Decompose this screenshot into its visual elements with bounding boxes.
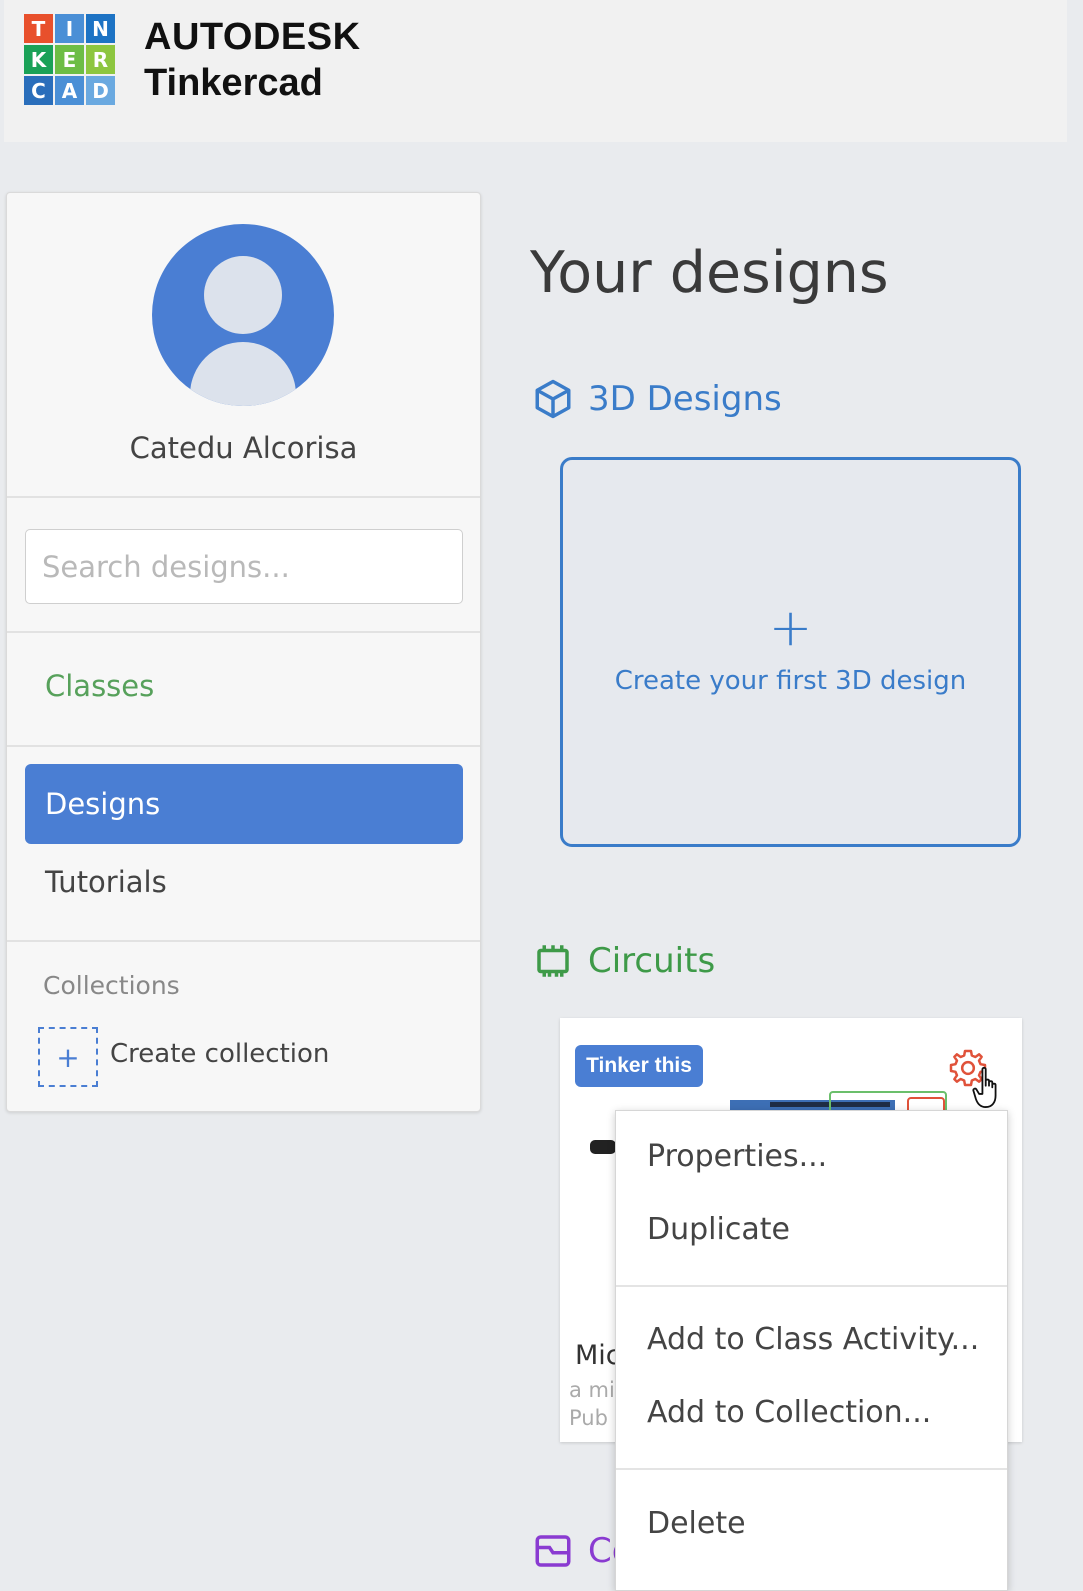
circuit-chip-icon xyxy=(537,945,569,977)
cube-icon xyxy=(535,379,571,419)
menu-item-add-to-class-activity[interactable]: Add to Class Activity... xyxy=(647,1322,979,1357)
divider xyxy=(7,745,480,747)
logo-tile: D xyxy=(86,76,115,105)
create-3d-design-label: Create your first 3D design xyxy=(614,666,967,696)
search-input[interactable] xyxy=(25,529,463,604)
username: Catedu Alcorisa xyxy=(129,431,358,465)
section-circuits[interactable]: Circuits xyxy=(532,940,715,982)
menu-divider xyxy=(616,1468,1007,1470)
logo-tile: A xyxy=(55,76,84,105)
divider xyxy=(7,940,480,942)
section-circuits-label: Circuits xyxy=(588,941,716,981)
sidebar-item-classes[interactable]: Classes xyxy=(45,669,154,703)
logo-tile: I xyxy=(55,14,84,43)
divider xyxy=(7,496,480,498)
logo-tile: E xyxy=(55,45,84,74)
section-3d-designs[interactable]: 3D Designs xyxy=(532,378,782,420)
add-collection-icon[interactable]: + xyxy=(38,1027,98,1087)
logo-tile: N xyxy=(86,14,115,43)
brand-autodesk: AUTODESK xyxy=(144,16,361,58)
context-menu: Properties... Duplicate Add to Class Act… xyxy=(615,1110,1008,1591)
logo-tile: K xyxy=(24,45,53,74)
create-3d-design-card[interactable]: + Create your first 3D design xyxy=(560,457,1021,847)
menu-item-properties[interactable]: Properties... xyxy=(647,1139,827,1174)
tinkercad-logo[interactable]: TIN KER CAD xyxy=(24,14,115,105)
menu-item-duplicate[interactable]: Duplicate xyxy=(647,1212,790,1247)
menu-divider xyxy=(616,1285,1007,1287)
brand-tinkercad: Tinkercad xyxy=(144,62,323,104)
avatar-head-shape xyxy=(204,256,282,334)
logo-tile: R xyxy=(86,45,115,74)
sidebar-item-designs[interactable]: Designs xyxy=(25,764,463,844)
section-3d-label: 3D Designs xyxy=(588,379,782,419)
card-subtitle: a mi xyxy=(569,1378,615,1402)
collections-heading: Collections xyxy=(43,971,180,1000)
sidebar-item-tutorials[interactable]: Tutorials xyxy=(45,865,167,899)
tinker-this-button[interactable]: Tinker this xyxy=(575,1045,703,1087)
codeblocks-icon xyxy=(535,1535,571,1567)
create-collection-link[interactable]: Create collection xyxy=(110,1039,329,1069)
logo-tile: C xyxy=(24,76,53,105)
logo-tile: T xyxy=(24,14,53,43)
hand-cursor-icon xyxy=(972,1066,997,1108)
divider xyxy=(7,631,480,633)
menu-item-delete[interactable]: Delete xyxy=(647,1506,746,1541)
sidebar: Catedu Alcorisa Classes Designs Tutorial… xyxy=(6,192,481,1112)
page-title: Your designs xyxy=(530,240,889,306)
menu-item-add-to-collection[interactable]: Add to Collection... xyxy=(647,1395,931,1430)
plus-icon: + xyxy=(768,598,813,658)
avatar[interactable] xyxy=(152,224,334,406)
avatar-body-shape xyxy=(190,342,296,406)
card-visibility: Pub xyxy=(569,1406,608,1430)
top-header: TIN KER CAD AUTODESK Tinkercad xyxy=(4,0,1067,142)
card-title[interactable]: Mic xyxy=(575,1340,621,1371)
